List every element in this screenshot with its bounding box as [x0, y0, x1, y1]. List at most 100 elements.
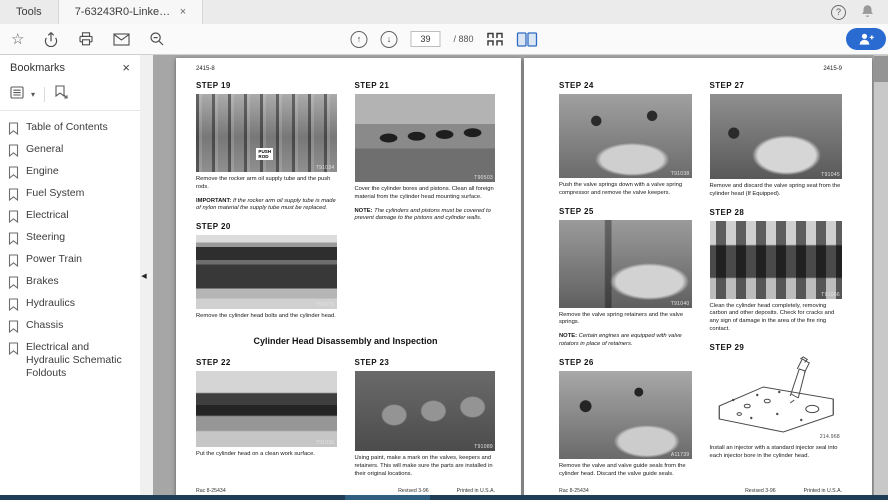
organize-pages-icon[interactable] [487, 32, 504, 47]
email-icon[interactable] [113, 33, 130, 46]
scrollbar-thumb[interactable] [874, 56, 888, 82]
photo-id: T91038 [671, 171, 690, 177]
print-icon[interactable] [78, 31, 94, 47]
toolbar-right [846, 28, 888, 50]
photo-id: T91089 [474, 444, 493, 450]
step-note: NOTE: The cylinders and pistons must be … [355, 208, 496, 224]
bookmark-item[interactable]: Hydraulics [4, 293, 138, 315]
step-caption: Remove the rocker arm oil supply tube an… [196, 176, 337, 192]
chevron-down-icon[interactable]: ▾ [31, 90, 35, 99]
photo-id: T91040 [671, 301, 690, 307]
manual-step: STEP 22 T91036 Put the cylinder head on … [196, 358, 337, 459]
manual-step: STEP 28 T91066 Clean the cylinder head c… [710, 208, 843, 334]
bookmark-item[interactable]: Fuel System [4, 183, 138, 205]
step-caption: Install an injector with a standard inje… [710, 445, 843, 461]
step-label: STEP 28 [710, 208, 843, 217]
step-photo: 214.968 [710, 356, 843, 441]
page-body: STEP 19 PUSH ROD T91034 Remove the rocke… [196, 78, 495, 488]
bookmark-options-icon[interactable] [10, 86, 24, 104]
bookmark-item[interactable]: Electrical and Hydraulic Schematic Foldo… [4, 337, 138, 384]
bookmark-item[interactable]: Engine [4, 161, 138, 183]
star-bookmark-icon[interactable]: ☆ [11, 32, 24, 47]
photo-id: T91066 [821, 292, 840, 298]
collapse-panel-icon[interactable]: ◀ [138, 269, 150, 283]
bookmark-label: Brakes [26, 275, 59, 288]
document-page: 2415-9 STEP 24 T91038 Push the valve spr… [524, 58, 872, 495]
page-footer: Rac 8-25434 Revised 3-96 Printed in U.S.… [196, 488, 495, 494]
close-panel-icon[interactable]: × [122, 60, 130, 75]
tab-close-icon[interactable]: × [180, 6, 186, 18]
manual-step: STEP 23 T91089 Using paint, make a mark … [355, 358, 496, 478]
bookmark-label: Chassis [26, 319, 63, 332]
step-label: STEP 20 [196, 222, 337, 231]
new-bookmark-icon[interactable] [54, 85, 69, 104]
photo-id: 214.968 [820, 434, 840, 440]
person-add-icon [858, 32, 875, 46]
photo-id: T91075 [316, 302, 335, 308]
photo-callout-label: PUSH ROD [256, 148, 273, 161]
bookmark-list: Table of Contents General Engine Fuel Sy… [0, 111, 140, 384]
column-row: STEP 24 T91038 Push the valve springs do… [559, 78, 842, 488]
previous-page-button[interactable]: ↑ [350, 31, 367, 48]
step-label: STEP 27 [710, 81, 843, 90]
content-area: Bookmarks × ▾ Tab [0, 55, 888, 495]
page-body: STEP 24 T91038 Push the valve springs do… [559, 78, 842, 488]
column-row: STEP 19 PUSH ROD T91034 Remove the rocke… [196, 78, 495, 330]
footer-doc-code: Rac 8-25434 [196, 488, 226, 494]
step-caption: Remove the cylinder head bolts and the c… [196, 313, 337, 321]
taskbar-strip [0, 495, 888, 500]
bookmarks-title: Bookmarks [10, 62, 65, 74]
bookmarks-header: Bookmarks × [0, 55, 140, 80]
bookmark-label: Table of Contents [26, 121, 108, 134]
bookmark-item[interactable]: Electrical [4, 205, 138, 227]
tab-document-label: 7-63243R0-Linked ... [75, 6, 171, 18]
step-caption: Using paint, make a mark on the valves, … [355, 455, 496, 478]
zoom-out-icon[interactable] [149, 31, 165, 47]
pdf-reader-window: Tools 7-63243R0-Linked ... × ? ☆ [0, 0, 888, 500]
manual-step: STEP 21 T90503 Cover the cylinder bores … [355, 81, 496, 223]
bookmark-item[interactable]: Brakes [4, 271, 138, 293]
step-photo: T91075 [196, 235, 337, 309]
step-label: STEP 21 [355, 81, 496, 90]
two-page-view-icon[interactable] [517, 32, 538, 47]
manual-step: STEP 19 PUSH ROD T91034 Remove the rocke… [196, 81, 337, 213]
tab-bar: Tools 7-63243R0-Linked ... × ? [0, 0, 888, 24]
bookmark-label: Steering [26, 231, 65, 244]
toolbar: ☆ ↑ ↓ [0, 24, 888, 55]
vertical-scrollbar[interactable] [874, 55, 888, 495]
step-photo: A11739 [559, 371, 692, 459]
bookmark-icon [8, 166, 19, 179]
page-spread[interactable]: 2415-8 STEP 19 PUSH ROD T91034 Remove th… [153, 55, 874, 495]
step-photo: T91040 [559, 220, 692, 308]
footer-revised: Revised 3-96 [398, 488, 429, 494]
bookmark-item[interactable]: Power Train [4, 249, 138, 271]
manual-step: STEP 26 A11739 Remove the valve and valv… [559, 358, 692, 479]
column-row: STEP 22 T91036 Put the cylinder head on … [196, 355, 495, 487]
tab-tools[interactable]: Tools [0, 0, 58, 24]
bookmark-label: Power Train [26, 253, 82, 266]
step-photo: T91038 [559, 94, 692, 178]
page-column: STEP 24 T91038 Push the valve springs do… [559, 78, 692, 488]
tab-document[interactable]: 7-63243R0-Linked ... × [58, 0, 203, 24]
bookmark-item[interactable]: Steering [4, 227, 138, 249]
toolbar-page-nav: ↑ ↓ 39 / 880 [350, 31, 537, 48]
step-photo: T91089 [355, 371, 496, 451]
step-photo: T91066 [710, 221, 843, 299]
bookmark-icon [8, 298, 19, 311]
share-file-button[interactable] [846, 28, 886, 50]
bookmark-item[interactable]: General [4, 139, 138, 161]
next-page-button[interactable]: ↓ [380, 31, 397, 48]
page-column: STEP 23 T91089 Using paint, make a mark … [355, 355, 496, 487]
bookmark-item[interactable]: Chassis [4, 315, 138, 337]
page-number-input[interactable]: 39 [410, 31, 440, 47]
photo-id: T91036 [316, 440, 335, 446]
bookmark-icon [8, 232, 19, 245]
bell-icon[interactable] [861, 4, 874, 21]
help-icon[interactable]: ? [831, 5, 846, 20]
page-column: STEP 27 T91045 Remove and discard the va… [710, 78, 843, 488]
step-caption: Clean the cylinder head completely, remo… [710, 303, 843, 334]
share-upload-icon[interactable] [43, 31, 59, 47]
bookmark-label: Engine [26, 165, 59, 178]
step-caption: Remove the valve and valve guide seals f… [559, 463, 692, 479]
bookmark-item[interactable]: Table of Contents [4, 117, 138, 139]
